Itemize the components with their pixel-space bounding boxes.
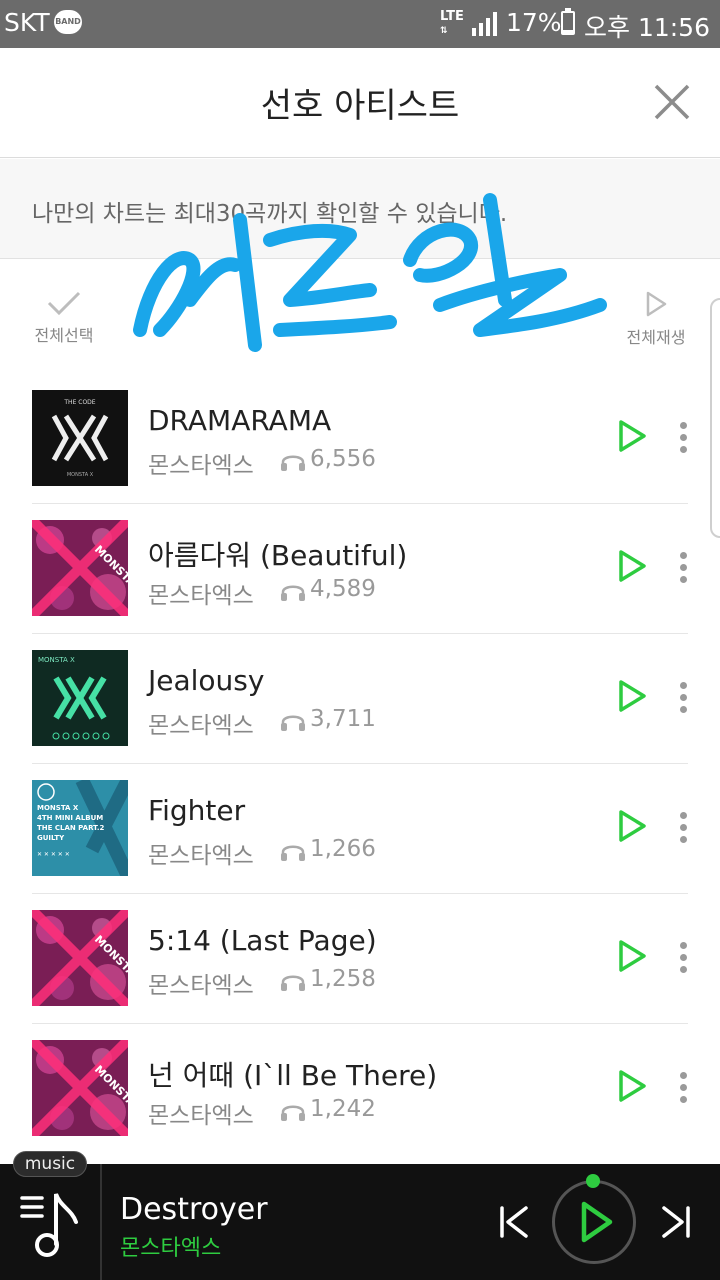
band-app-icon: BAND (54, 10, 82, 34)
svg-text:MONSTA X: MONSTA X (38, 656, 75, 664)
play-count: 3,711 (310, 706, 376, 732)
select-all-button[interactable]: 전체선택 (28, 290, 100, 346)
music-tab[interactable]: music (13, 1151, 87, 1177)
more-options-icon[interactable] (676, 1072, 692, 1104)
carrier-label: SKT (4, 8, 50, 37)
play-icon (581, 1201, 613, 1243)
select-all-label: 전체선택 (34, 326, 94, 345)
previous-track-icon[interactable] (494, 1202, 534, 1242)
list-toolbar: 전체선택 전체재생 (0, 260, 720, 370)
more-options-icon[interactable] (676, 942, 692, 974)
song-artist: 몬스타엑스 (148, 453, 254, 479)
network-type-label: LTE (440, 9, 464, 24)
play-song-icon[interactable] (616, 808, 648, 844)
song-title: DRAMARAMA (148, 404, 332, 437)
status-bar: SKT BAND LTE ⇅ 17% 오후 11:56 (0, 0, 720, 48)
album-cover: MONSTA X (32, 650, 128, 746)
song-title: Jealousy (148, 664, 265, 697)
song-row[interactable]: MONSTA 아름다워 (Beautiful) 몬스타엑스 4,589 (32, 504, 688, 634)
play-count: 4,589 (310, 576, 376, 602)
play-outline-icon (646, 291, 667, 317)
song-row[interactable]: MONSTA 5:14 (Last Page) 몬스타엑스 1,258 (32, 894, 688, 1024)
headphones-icon (281, 585, 305, 601)
song-title: Fighter (148, 794, 246, 827)
clock: 오후 11:56 (584, 13, 710, 42)
song-row[interactable]: MONSTA X 4TH MINI ALBUM THE CLAN PART.2 GUI… (32, 764, 688, 894)
now-playing-title[interactable]: Destroyer (120, 1192, 268, 1227)
close-icon[interactable] (648, 78, 696, 126)
album-cover: THE CODE MONSTA X (32, 390, 128, 486)
more-options-icon[interactable] (676, 552, 692, 584)
song-title: 아름다워 (Beautiful) (148, 539, 408, 572)
chart-notice-text: 나만의 차트는 최대30곡까지 확인할 수 있습니다. (32, 201, 508, 227)
play-count: 6,556 (310, 446, 376, 472)
play-pause-button[interactable] (552, 1180, 636, 1264)
battery-percent: 17% (506, 8, 562, 37)
song-title: 5:14 (Last Page) (148, 924, 377, 957)
more-options-icon[interactable] (676, 422, 692, 454)
more-options-icon[interactable] (676, 682, 692, 714)
song-title: 넌 어때 (I`ll Be There) (148, 1059, 438, 1092)
song-row[interactable]: THE CODE MONSTA X DRAMARAMA 몬스타엑스 6,556 (32, 374, 688, 504)
chart-notice-banner: 나만의 차트는 최대30곡까지 확인할 수 있습니다. (0, 159, 720, 259)
song-artist: 몬스타엑스 (148, 973, 254, 999)
song-artist: 몬스타엑스 (148, 843, 254, 869)
playlist-menu-icon[interactable] (18, 1188, 88, 1260)
signal-strength-icon (472, 12, 497, 36)
mini-player: Destroyer 몬스타엑스 (0, 1164, 720, 1280)
album-cover: MONSTA (32, 1040, 128, 1136)
svg-text:MONSTA X: MONSTA X (37, 804, 79, 812)
now-playing-artist[interactable]: 몬스타엑스 (120, 1230, 221, 1262)
play-song-icon[interactable] (616, 678, 648, 714)
song-artist: 몬스타엑스 (148, 583, 254, 609)
svg-text:THE CODE: THE CODE (63, 399, 95, 406)
svg-text:MONSTA X: MONSTA X (67, 472, 94, 478)
svg-text:4TH MINI ALBUM: 4TH MINI ALBUM (37, 814, 103, 822)
page-header: 선호 아티스트 (0, 48, 720, 158)
svg-text:GUILTY: GUILTY (37, 834, 65, 842)
play-song-icon[interactable] (616, 548, 648, 584)
album-cover: MONSTA X 4TH MINI ALBUM THE CLAN PART.2 GUI… (32, 780, 128, 876)
song-row[interactable]: MONSTA 넌 어때 (I`ll Be There) 몬스타엑스 1,242 (32, 1024, 688, 1154)
play-count: 1,266 (310, 836, 376, 862)
album-cover: MONSTA (32, 910, 128, 1006)
more-options-icon[interactable] (676, 812, 692, 844)
play-song-icon[interactable] (616, 1068, 648, 1104)
player-divider (100, 1164, 102, 1280)
battery-icon (561, 8, 575, 35)
play-all-label: 전체재생 (626, 328, 686, 347)
play-song-icon[interactable] (616, 938, 648, 974)
headphones-icon (281, 455, 305, 471)
lte-indicator: LTE ⇅ (440, 10, 464, 38)
play-all-button[interactable]: 전체재생 (620, 290, 692, 348)
headphones-icon (281, 845, 305, 861)
headphones-icon (281, 1105, 305, 1121)
headphones-icon (281, 715, 305, 731)
page-title: 선호 아티스트 (260, 86, 460, 126)
song-artist: 몬스타엑스 (148, 1103, 254, 1129)
next-track-icon[interactable] (656, 1202, 696, 1242)
album-cover: MONSTA (32, 520, 128, 616)
song-list: THE CODE MONSTA X DRAMARAMA 몬스타엑스 6,556 (0, 374, 720, 1154)
play-count: 1,242 (310, 1096, 376, 1122)
play-song-icon[interactable] (616, 418, 648, 454)
svg-text:✕ ✕ ✕ ✕ ✕: ✕ ✕ ✕ ✕ ✕ (37, 851, 70, 858)
checkmark-icon (47, 291, 81, 316)
play-count: 1,258 (310, 966, 376, 992)
data-arrows-icon: ⇅ (440, 26, 450, 36)
song-artist: 몬스타엑스 (148, 713, 254, 739)
playback-progress-dot[interactable] (586, 1174, 600, 1188)
headphones-icon (281, 975, 305, 991)
song-row[interactable]: MONSTA X Jealousy 몬스타엑스 3,711 (32, 634, 688, 764)
svg-text:THE CLAN PART.2: THE CLAN PART.2 (37, 824, 105, 832)
